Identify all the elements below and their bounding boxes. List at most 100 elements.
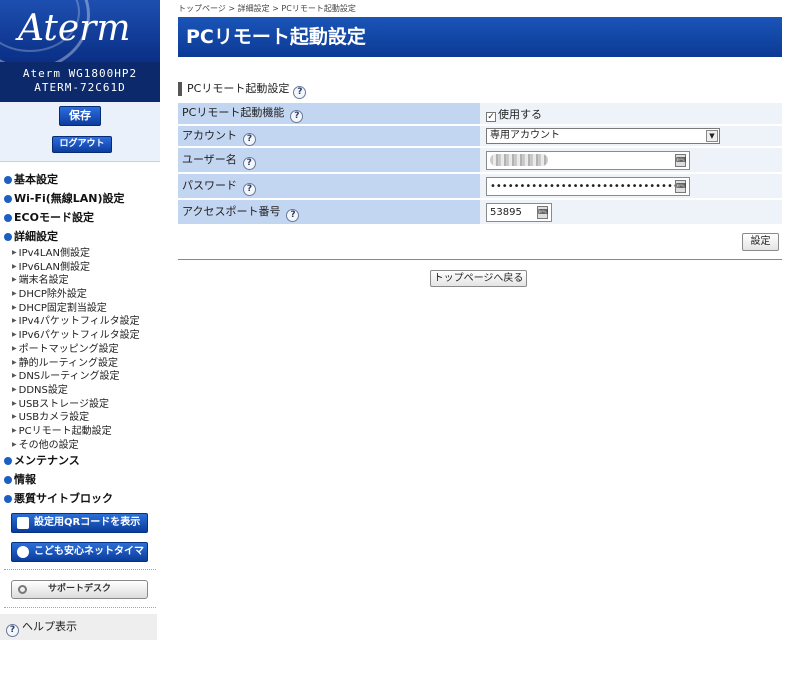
nav-eco-settings[interactable]: ECOモード設定: [0, 208, 160, 227]
help-icon[interactable]: ?: [243, 182, 256, 196]
nav-detail-item[interactable]: ▶ USBストレージ設定: [0, 397, 160, 411]
keyboard-icon[interactable]: ⌨: [537, 205, 548, 219]
nav-detail-item[interactable]: ▶ IPv6パケットフィルタ設定: [0, 328, 160, 342]
divider: [4, 607, 156, 608]
arrow-right-icon: ▶: [12, 331, 17, 339]
nav-detail-item[interactable]: ▶ USBカメラ設定: [0, 410, 160, 424]
password-input[interactable]: •••••••••••••••••••••••••••••••• ⌨: [486, 176, 690, 196]
bullet-icon: [4, 495, 12, 504]
row-password: パスワード? •••••••••••••••••••••••••••••••• ⌨: [178, 173, 782, 200]
help-icon[interactable]: ?: [242, 156, 256, 170]
nav-info[interactable]: 情報: [0, 470, 160, 489]
device-name: ATERM-72C61D: [34, 81, 126, 94]
row-function: PCリモート起動機能? ✓ 使用する: [178, 103, 782, 126]
row-port: アクセスポート番号? 53895 ⌨: [178, 199, 782, 226]
nav-detail-item[interactable]: ▶ その他の設定: [0, 438, 160, 452]
help-icon[interactable]: ?: [290, 110, 304, 123]
account-select[interactable]: 専用アカウント ▼: [486, 128, 720, 144]
nav-detail-item[interactable]: ▶ IPv6LAN側設定: [0, 260, 160, 274]
nav-basic-settings[interactable]: 基本設定: [0, 170, 160, 189]
port-label: アクセスポート番号: [182, 204, 281, 218]
nav-wifi-settings[interactable]: Wi-Fi(無線LAN)設定: [0, 189, 160, 208]
row-account: アカウント? 専用アカウント ▼: [178, 125, 782, 148]
bullet-icon: [4, 214, 12, 222]
section-title: PCリモート起動設定?: [178, 82, 307, 99]
nav-detail-item[interactable]: ▶ DHCP除外設定: [0, 287, 160, 301]
nav-detail-settings[interactable]: 詳細設定: [0, 227, 160, 246]
nav-detail-item[interactable]: ▶ PCリモート起動設定: [0, 424, 160, 438]
bullet-icon: [4, 176, 12, 184]
arrow-right-icon: ▶: [12, 440, 17, 448]
page-title: PCリモート起動設定: [178, 17, 782, 57]
arrow-right-icon: ▶: [12, 399, 17, 407]
bullet-icon: [4, 233, 12, 241]
device-box: Aterm WG1800HP2 ATERM-72C61D 保存 ログアウト: [0, 62, 160, 162]
arrow-right-icon: ▶: [12, 249, 17, 256]
keyboard-icon[interactable]: ⌨: [675, 179, 686, 193]
breadcrumb: トップページ > 詳細設定 > PCリモート起動設定: [178, 4, 356, 13]
account-label: アカウント: [182, 128, 237, 142]
bullet-icon: [4, 457, 12, 466]
use-checkbox-label: 使用する: [498, 107, 542, 121]
function-label: PCリモート起動機能: [182, 106, 285, 119]
model-info: Aterm WG1800HP2 ATERM-72C61D: [0, 62, 160, 102]
port-input[interactable]: 53895 ⌨: [486, 202, 552, 222]
divider: [178, 259, 782, 260]
side-nav: 基本設定 Wi-Fi(無線LAN)設定 ECOモード設定 詳細設定 ▶ IPv4L…: [0, 170, 160, 508]
nav-detail-item[interactable]: ▶ DHCP固定割当設定: [0, 301, 160, 315]
arrow-right-icon: ▶: [12, 290, 17, 298]
bullet-icon: [4, 476, 12, 485]
help-icon: ?: [6, 624, 19, 637]
detail-settings-list: ▶ IPv4LAN側設定 ▶ IPv6LAN側設定 ▶ 端末名設定 ▶ DHCP除外設定 ▶ DH…: [0, 246, 160, 451]
keyboard-icon[interactable]: ⌨: [675, 153, 686, 167]
circle-icon: [18, 585, 27, 594]
logo-text: Aterm: [18, 8, 131, 49]
redacted-text: [490, 153, 548, 166]
qr-code-icon: [17, 517, 29, 529]
arrow-right-icon: ▶: [12, 276, 17, 284]
support-desk-button[interactable]: サポートデスク: [11, 580, 148, 599]
aterm-logo: Aterm: [0, 0, 160, 62]
row-username: ユーザー名? ⌨: [178, 147, 782, 174]
bullet-icon: [4, 195, 12, 203]
help-icon[interactable]: ?: [243, 132, 256, 146]
sidebar: Aterm Aterm WG1800HP2 ATERM-72C61D 保存 ログ…: [0, 0, 160, 689]
nav-detail-item[interactable]: ▶ ポートマッピング設定: [0, 342, 160, 356]
kids-net-timer-button[interactable]: こども安心ネットタイマー: [11, 542, 148, 575]
save-button[interactable]: 保存: [59, 106, 101, 126]
username-label: ユーザー名: [182, 152, 237, 166]
chevron-down-icon: ▼: [706, 130, 718, 142]
arrow-right-icon: ▶: [12, 262, 17, 270]
help-icon[interactable]: ?: [286, 208, 300, 222]
help-icon[interactable]: ?: [293, 86, 307, 99]
arrow-right-icon: ▶: [12, 358, 17, 366]
arrow-right-icon: ▶: [12, 303, 17, 311]
model-name: Aterm WG1800HP2: [22, 67, 138, 80]
arrow-right-icon: ▶: [12, 426, 17, 434]
nav-detail-item[interactable]: ▶ DDNS設定: [0, 383, 160, 397]
username-input[interactable]: ⌨: [486, 150, 690, 170]
arrow-right-icon: ▶: [12, 372, 17, 380]
arrow-right-icon: ▶: [12, 413, 17, 421]
settings-form: PCリモート起動機能? ✓ 使用する アカウント? 専用アカウント ▼ ユーザー名?…: [178, 103, 782, 226]
nav-detail-item[interactable]: ▶ 端末名設定: [0, 273, 160, 287]
password-label: パスワード: [182, 178, 237, 192]
nav-detail-item[interactable]: ▶ IPv4パケットフィルタ設定: [0, 314, 160, 328]
arrow-right-icon: ▶: [12, 344, 17, 352]
divider: [4, 569, 156, 570]
nav-malicious-site-block[interactable]: 悪質サイトブロック: [0, 489, 160, 508]
set-button[interactable]: 設定: [742, 233, 779, 251]
nav-detail-item[interactable]: ▶ 静的ルーティング設定: [0, 356, 160, 370]
use-checkbox[interactable]: ✓: [486, 111, 496, 122]
show-qr-code-button[interactable]: 設定用QRコードを表示: [11, 513, 148, 533]
help-display-link[interactable]: ? ヘルプ表示: [0, 614, 157, 640]
logout-button[interactable]: ログアウト: [52, 136, 112, 153]
back-to-top-button[interactable]: トップページへ戻る: [430, 270, 527, 287]
nav-detail-item[interactable]: ▶ DNSルーティング設定: [0, 369, 160, 383]
main-content: トップページ > 詳細設定 > PCリモート起動設定 PCリモート起動設定 PC…: [178, 0, 782, 689]
nav-detail-item[interactable]: ▶ IPv4LAN側設定: [0, 246, 160, 260]
timer-icon: [17, 546, 29, 558]
arrow-right-icon: ▶: [12, 317, 17, 325]
nav-maintenance[interactable]: メンテナンス: [0, 451, 160, 470]
arrow-right-icon: ▶: [12, 385, 17, 393]
